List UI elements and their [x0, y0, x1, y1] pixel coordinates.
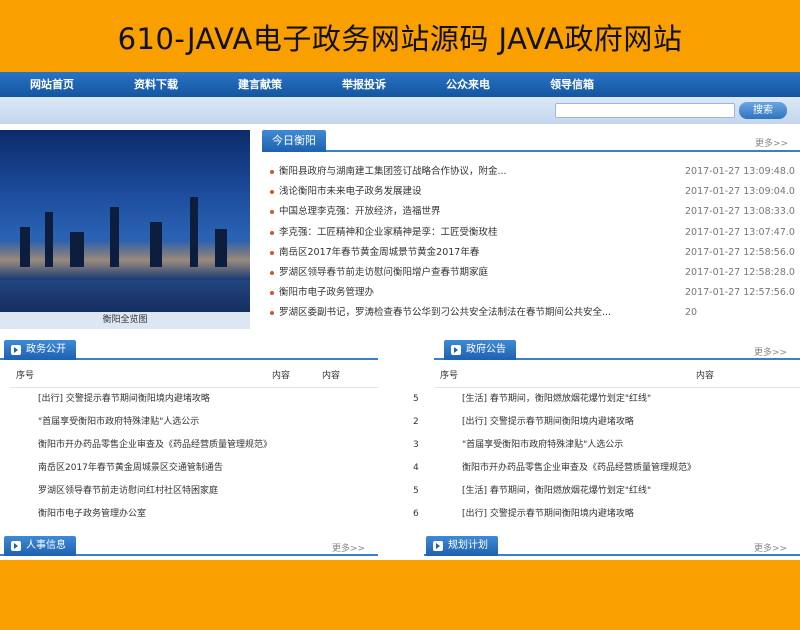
plan-header: 规划计划 更多>>: [424, 536, 800, 556]
plan-more-link[interactable]: 更多>>: [754, 541, 787, 554]
notice-row-seq: 3: [413, 440, 419, 450]
nav-item-leader-mailbox[interactable]: 领导信箱: [520, 72, 624, 97]
news-item[interactable]: 罗湖区领导春节前走访慰问衡阳增户查春节期家庭 2017-01-27 12:58:2…: [270, 263, 800, 283]
bullet-icon: [270, 170, 274, 174]
notice-header: 政府公告 更多>>: [434, 340, 800, 360]
notice-row-seq: 2: [413, 417, 419, 427]
news-list: 衡阳县政府与湖南建工集团签订战略合作协议，附金... 2017-01-27 13:…: [270, 162, 800, 324]
notice-row[interactable]: [生活] 春节期间，衡阳燃放烟花爆竹划定"红线": [462, 388, 651, 410]
building-silhouette: [70, 232, 84, 267]
news-more-link[interactable]: 更多>>: [755, 136, 788, 149]
notice-more-link[interactable]: 更多>>: [754, 345, 787, 358]
building-silhouette: [190, 197, 198, 267]
bullet-icon: [270, 230, 274, 235]
gov-open-row[interactable]: [出行] 交警提示春节期间衡阳境内避堵攻略: [38, 388, 210, 410]
news-item[interactable]: 南岳区2017年春节黄金周城景节黄金2017年春 2017-01-27 12:58…: [270, 243, 800, 263]
hr-header: 人事信息 更多>>: [0, 536, 378, 556]
notice-row[interactable]: [出行] 交警提示春节期间衡阳境内避堵攻略: [462, 411, 634, 433]
gov-open-col-content-2: 内容: [322, 371, 341, 381]
gov-open-row[interactable]: 罗湖区领导春节前走访慰问红村社区特困家庭: [38, 480, 218, 502]
city-night-photo: [0, 130, 250, 327]
city-lights-glow: [0, 240, 250, 280]
news-item[interactable]: 罗湖区委副书记，罗涛检查春节公华到刁公共安全法制法在春节期间公共安全... 20: [270, 303, 800, 323]
bullet-icon: [270, 190, 274, 195]
gov-open-row[interactable]: 南岳区2017年春节黄金周城景区交通管制通告: [38, 457, 223, 479]
news-item[interactable]: 浅论衡阳市未来电子政务发展建设 2017-01-27 13:09:04.0: [270, 182, 800, 202]
gov-open-row[interactable]: 衡阳市开办药品零售企业审查及《药品经营质量管理规范》: [38, 434, 272, 456]
gov-open-col-seq: 序号: [16, 371, 35, 381]
arrow-icon: [451, 345, 461, 355]
bullet-icon: [270, 250, 274, 255]
building-silhouette: [150, 222, 162, 267]
bullet-icon: [270, 210, 274, 215]
gov-open-col-content: 内容: [272, 371, 291, 381]
nav-item-home[interactable]: 网站首页: [0, 72, 104, 97]
tab-planning[interactable]: 规划计划: [426, 536, 498, 556]
bullet-icon: [270, 311, 274, 316]
hr-more-link[interactable]: 更多>>: [332, 541, 365, 554]
notice-row-seq: 4: [413, 463, 419, 473]
building-silhouette: [110, 207, 119, 267]
news-item[interactable]: 衡阳市电子政务管理办 2017-01-27 12:57:56.0: [270, 283, 800, 303]
tab-hr-info[interactable]: 人事信息: [4, 536, 76, 556]
news-item[interactable]: 衡阳县政府与湖南建工集团签订战略合作协议，附金... 2017-01-27 13:…: [270, 162, 800, 182]
notice-row-seq: 5: [413, 394, 419, 404]
tab-gov-open[interactable]: 政务公开: [4, 340, 76, 360]
search-input[interactable]: [555, 103, 735, 118]
banner-title: 610-JAVA电子政务网站源码 JAVA政府网站: [117, 22, 683, 56]
bullet-icon: [270, 270, 274, 275]
nav-item-suggestions[interactable]: 建言献策: [208, 72, 312, 97]
tab-today-hengyang[interactable]: 今日衡阳: [262, 130, 326, 152]
nav-item-complaints[interactable]: 举报投诉: [312, 72, 416, 97]
search-button[interactable]: 搜索: [739, 102, 787, 119]
website-screenshot: 网站首页 资料下载 建言献策 举报投诉 公众来电 领导信箱 搜索 衡阳全览图 今…: [0, 72, 800, 560]
gov-open-row[interactable]: 衡阳市电子政务管理办公室: [38, 503, 146, 525]
notice-row[interactable]: [出行] 交警提示春节期间衡阳境内避堵攻略: [462, 503, 634, 525]
notice-row[interactable]: "首届享受衡阳市政府特殊津贴"人选公示: [462, 434, 623, 456]
notice-col-content: 内容: [696, 371, 715, 381]
bullet-icon: [270, 291, 274, 296]
news-panel-header: 今日衡阳 更多>>: [262, 130, 800, 152]
nav-item-public-calls[interactable]: 公众来电: [416, 72, 520, 97]
main-nav: 网站首页 资料下载 建言献策 举报投诉 公众来电 领导信箱: [0, 72, 800, 97]
building-silhouette: [45, 212, 53, 267]
notice-row-seq: 5: [413, 486, 419, 496]
building-silhouette: [20, 227, 30, 267]
tab-gov-notice[interactable]: 政府公告: [444, 340, 516, 360]
arrow-icon: [11, 345, 21, 355]
gov-open-header: 政务公开: [0, 340, 378, 360]
gov-open-row[interactable]: "首届享受衡阳市政府特殊津贴"人选公示: [38, 411, 199, 433]
arrow-icon: [11, 541, 21, 551]
news-item[interactable]: 中国总理李克强：开放经济，造福世界 2017-01-27 13:08:33.0: [270, 202, 800, 222]
hero-caption: 衡阳全览图: [0, 312, 250, 329]
notice-row[interactable]: 衡阳市开办药品零售企业审查及《药品经营质量管理规范》: [462, 457, 696, 479]
building-silhouette: [215, 229, 227, 267]
notice-col-seq: 序号: [440, 371, 459, 381]
nav-item-downloads[interactable]: 资料下载: [104, 72, 208, 97]
search-bar: 搜索: [0, 97, 800, 124]
notice-row[interactable]: [生活] 春节期间，衡阳燃放烟花爆竹划定"红线": [462, 480, 651, 502]
arrow-icon: [433, 541, 443, 551]
notice-row-seq: 6: [413, 509, 419, 519]
news-item[interactable]: 李克强：工匠精神和企业家精神是孪：工匠受衡玫桂 2017-01-27 13:07:…: [270, 223, 800, 243]
